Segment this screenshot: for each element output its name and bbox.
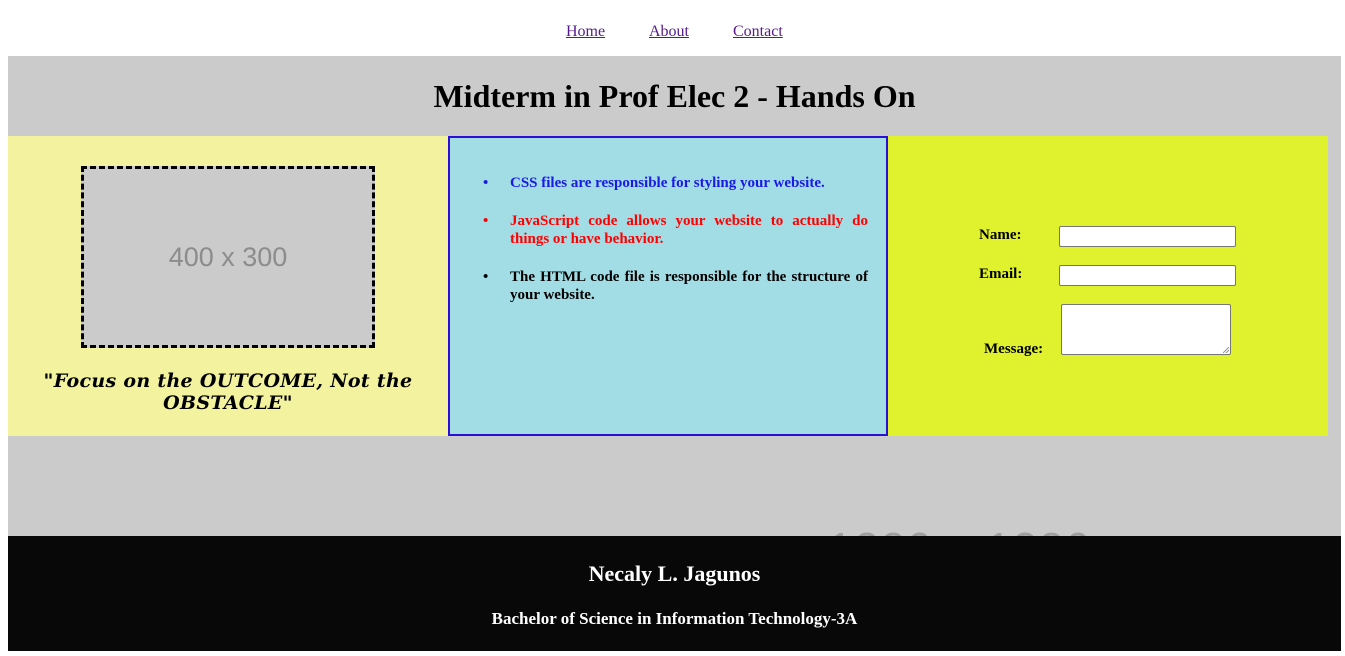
list-item-text: The HTML code file is responsible for th… (510, 269, 868, 303)
nav-link-contact[interactable]: Contact (733, 23, 783, 41)
email-label: Email: (979, 266, 1023, 282)
left-panel: 400 x 300 "Focus on the OUTCOME, Not the… (8, 136, 448, 436)
bullet-icon: • (483, 269, 489, 285)
nav-link-home[interactable]: Home (566, 23, 605, 41)
middle-panel: • CSS files are responsible for styling … (448, 136, 888, 436)
message-textarea[interactable] (1061, 304, 1231, 355)
image-placeholder-label: 400 x 300 (168, 241, 288, 272)
image-placeholder: 400 x 300 (81, 166, 375, 348)
list-item-html: • The HTML code file is responsible for … (483, 268, 868, 304)
nav-link-about[interactable]: About (649, 23, 689, 41)
bullet-icon: • (483, 213, 489, 229)
motivational-quote: "Focus on the OUTCOME, Not the OBSTACLE" (43, 370, 413, 414)
footer: Necaly L. Jagunos Bachelor of Science in… (8, 536, 1341, 651)
right-panel: Name: Email: Message: (888, 136, 1328, 436)
main-container: Midterm in Prof Elec 2 - Hands On 400 x … (8, 56, 1341, 536)
message-label: Message: (984, 341, 1044, 357)
background-image-text: 1280 x 1280 (828, 524, 1092, 536)
course-name: Bachelor of Science in Information Techn… (491, 609, 858, 628)
email-field[interactable] (1059, 265, 1236, 286)
bullet-icon: • (483, 175, 489, 191)
resize-handle-icon[interactable] (1223, 347, 1229, 353)
list-item-css: • CSS files are responsible for styling … (483, 174, 868, 192)
name-label: Name: (979, 227, 1022, 243)
list-item-text: CSS files are responsible for styling yo… (510, 175, 825, 191)
name-field[interactable] (1059, 226, 1236, 247)
author-name: Necaly L. Jagunos (588, 561, 761, 586)
top-nav: Home About Contact (0, 0, 1345, 56)
list-item-text: JavaScript code allows your website to a… (510, 213, 868, 247)
info-list: • CSS files are responsible for styling … (483, 174, 868, 324)
page-title: Midterm in Prof Elec 2 - Hands On (433, 78, 916, 114)
list-item-javascript: • JavaScript code allows your website to… (483, 212, 868, 248)
